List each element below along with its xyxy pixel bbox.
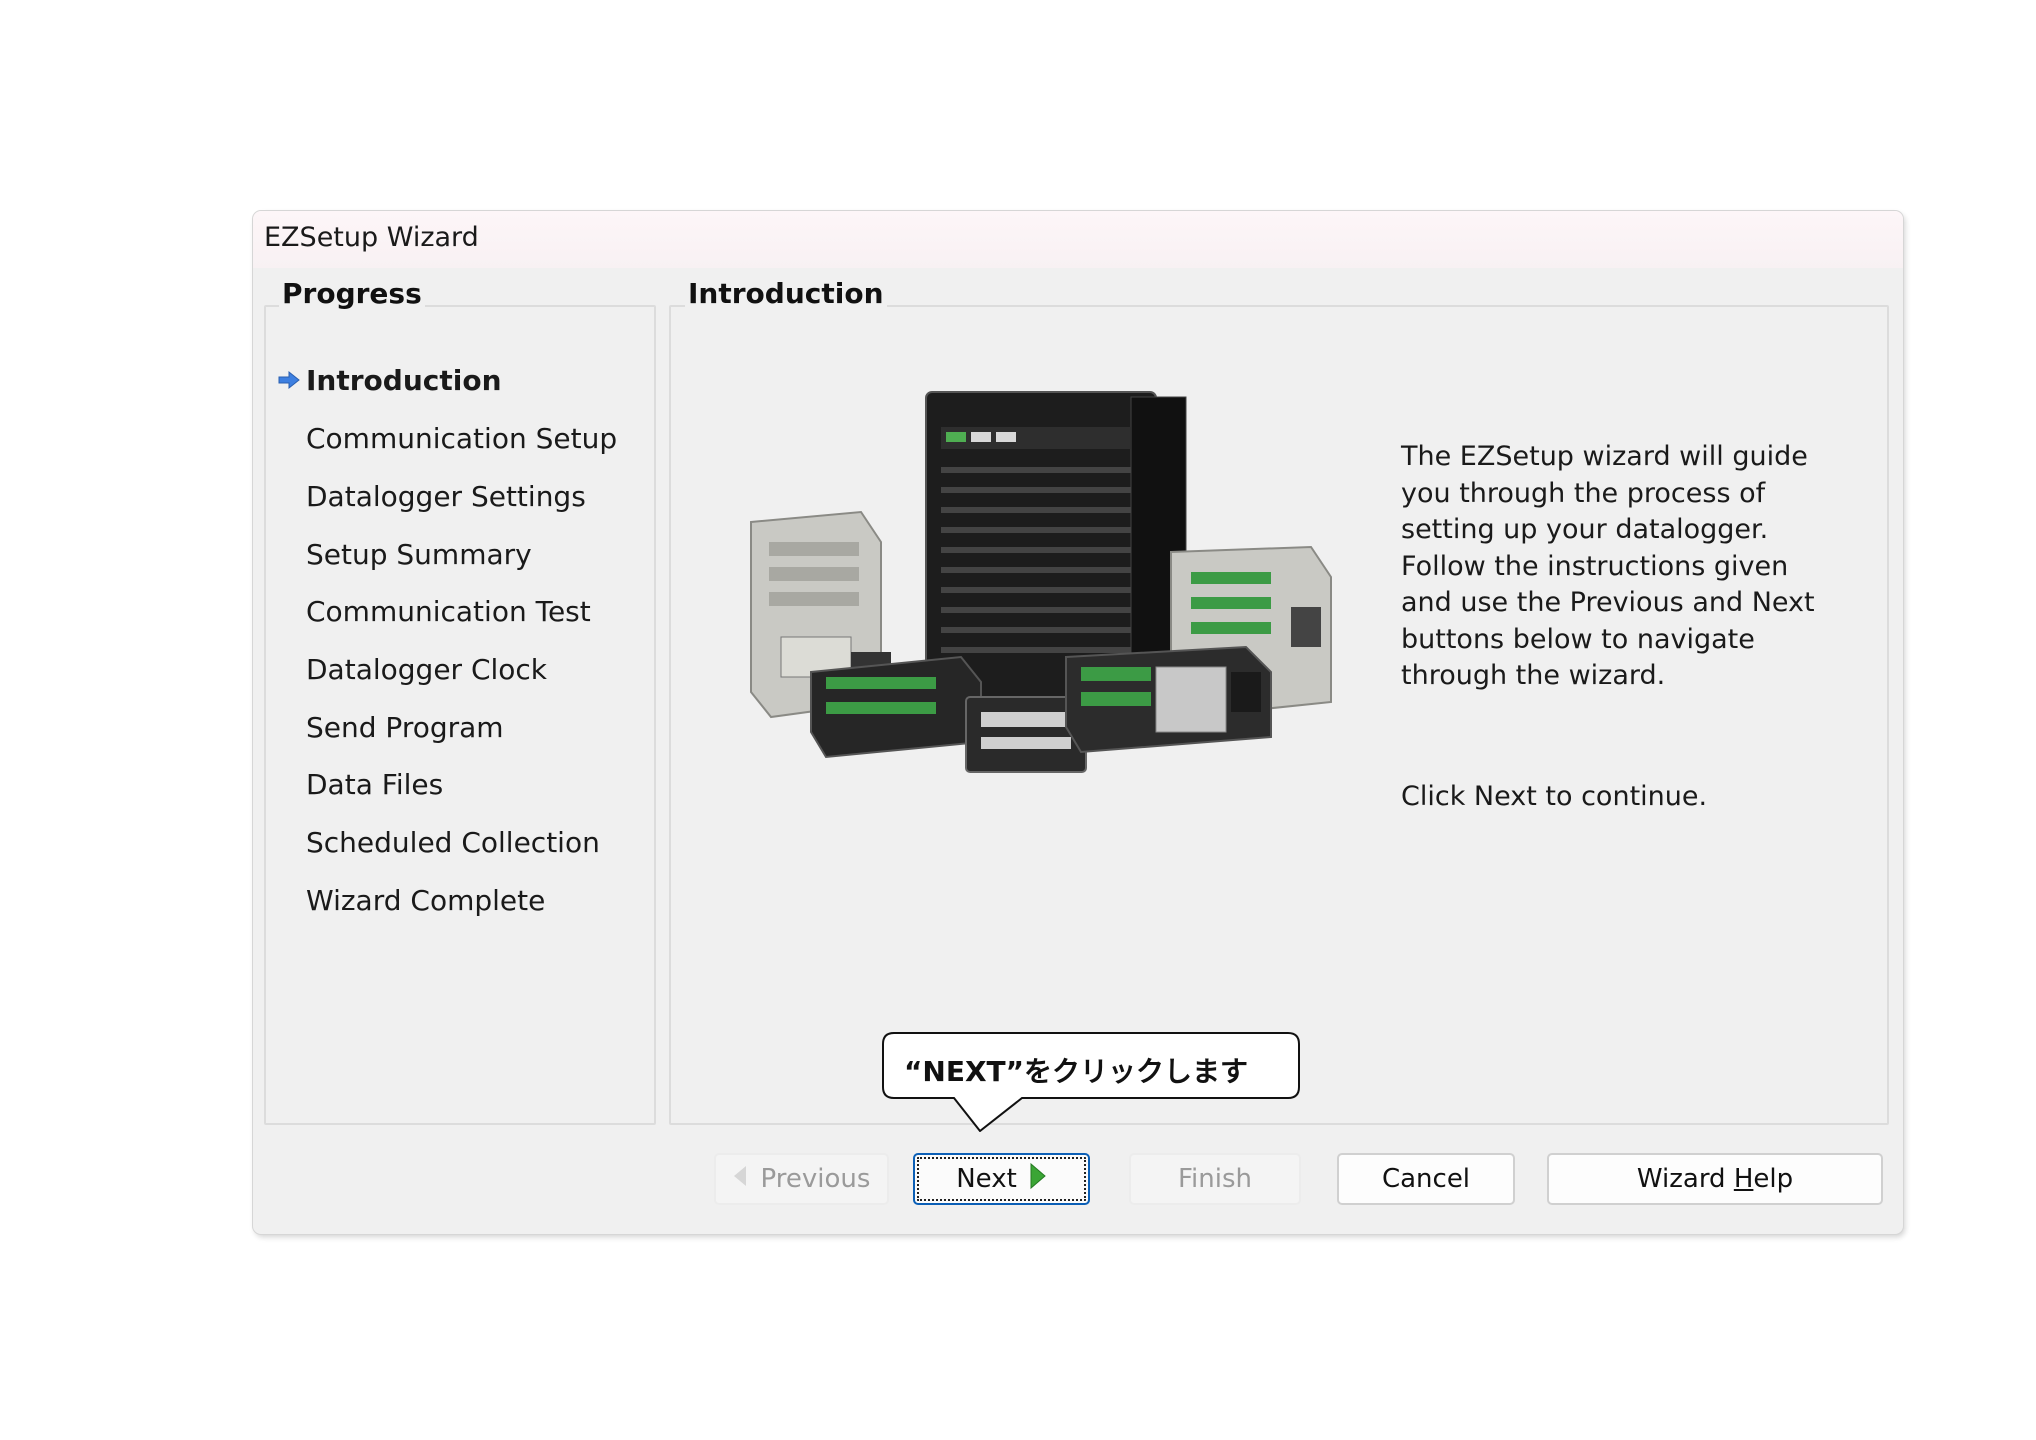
callout-text: “NEXT”をクリックします bbox=[904, 1055, 1249, 1088]
window-title: EZSetup Wizard bbox=[264, 222, 479, 253]
progress-step-label: Send Program bbox=[306, 711, 504, 744]
page: EZSetup Wizard Progress Introduction Com… bbox=[0, 0, 2036, 1440]
progress-step-label: Datalogger Settings bbox=[306, 480, 586, 513]
instruction-callout: “NEXT”をクリックします bbox=[882, 1032, 1300, 1132]
introduction-heading: Introduction bbox=[685, 277, 887, 310]
progress-step-label: Communication Setup bbox=[306, 422, 618, 455]
next-button[interactable]: Next bbox=[913, 1153, 1090, 1205]
progress-heading: Progress bbox=[279, 277, 425, 310]
title-bar[interactable]: EZSetup Wizard bbox=[253, 211, 1903, 268]
progress-step-send-program: Send Program bbox=[306, 711, 504, 744]
progress-step-label: Communication Test bbox=[306, 595, 591, 628]
arrow-right-icon bbox=[278, 370, 300, 390]
cancel-button-label: Cancel bbox=[1381, 1164, 1471, 1194]
progress-panel: Progress Introduction Communication Setu… bbox=[264, 277, 656, 1125]
wizard-help-button[interactable]: Wizard Help bbox=[1547, 1153, 1883, 1205]
progress-step-label: Setup Summary bbox=[306, 538, 532, 571]
progress-step-label: Introduction bbox=[306, 364, 502, 397]
introduction-description: The EZSetup wizard will guide you throug… bbox=[1401, 441, 1815, 691]
previous-button[interactable]: Previous bbox=[714, 1153, 889, 1205]
progress-step-scheduled-collection: Scheduled Collection bbox=[306, 826, 600, 859]
wizard-help-label-suffix: elp bbox=[1753, 1164, 1794, 1194]
progress-step-communication-setup: Communication Setup bbox=[306, 422, 617, 455]
progress-step-wizard-complete: Wizard Complete bbox=[306, 884, 545, 917]
cancel-button[interactable]: Cancel bbox=[1337, 1153, 1515, 1205]
introduction-panel: Introduction The EZSetup wizard will gui… bbox=[669, 277, 1889, 1125]
previous-button-label: Previous bbox=[760, 1164, 871, 1194]
wizard-help-mnemonic: H bbox=[1733, 1164, 1754, 1194]
finish-button[interactable]: Finish bbox=[1129, 1153, 1301, 1205]
progress-step-communication-test: Communication Test bbox=[306, 595, 591, 628]
finish-button-label: Finish bbox=[1177, 1164, 1252, 1194]
progress-step-label: Wizard Complete bbox=[306, 884, 546, 917]
progress-step-setup-summary: Setup Summary bbox=[306, 538, 532, 571]
datalogger-product-image bbox=[750, 391, 1332, 773]
progress-step-introduction: Introduction bbox=[278, 364, 502, 397]
play-triangle-icon bbox=[1029, 1162, 1047, 1197]
progress-step-label: Data Files bbox=[306, 768, 444, 801]
back-triangle-icon bbox=[733, 1164, 747, 1194]
progress-step-label: Datalogger Clock bbox=[306, 653, 548, 686]
progress-step-label: Scheduled Collection bbox=[306, 826, 600, 859]
wizard-help-label-prefix: Wizard bbox=[1636, 1164, 1734, 1194]
progress-step-datalogger-clock: Datalogger Clock bbox=[306, 653, 547, 686]
introduction-continue-text: Click Next to continue. bbox=[1401, 781, 1708, 812]
progress-step-datalogger-settings: Datalogger Settings bbox=[306, 480, 586, 513]
progress-step-data-files: Data Files bbox=[306, 768, 443, 801]
next-button-label: Next bbox=[956, 1164, 1017, 1194]
